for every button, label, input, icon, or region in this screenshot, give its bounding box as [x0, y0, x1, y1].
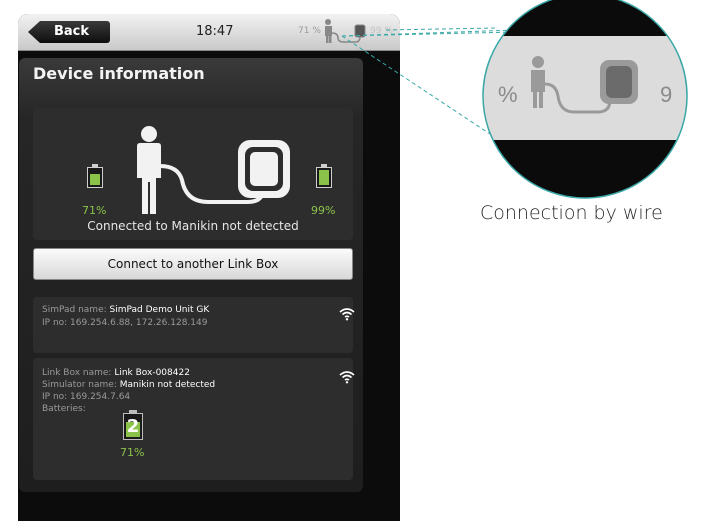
zoomed-link-box-icon: [600, 60, 638, 104]
callout-caption: Connection by wire: [480, 202, 663, 224]
zoom-callout: % 9: [341, 0, 688, 199]
zoomed-digit-text: 9: [660, 82, 672, 107]
zoomed-pct-text: %: [498, 82, 518, 107]
